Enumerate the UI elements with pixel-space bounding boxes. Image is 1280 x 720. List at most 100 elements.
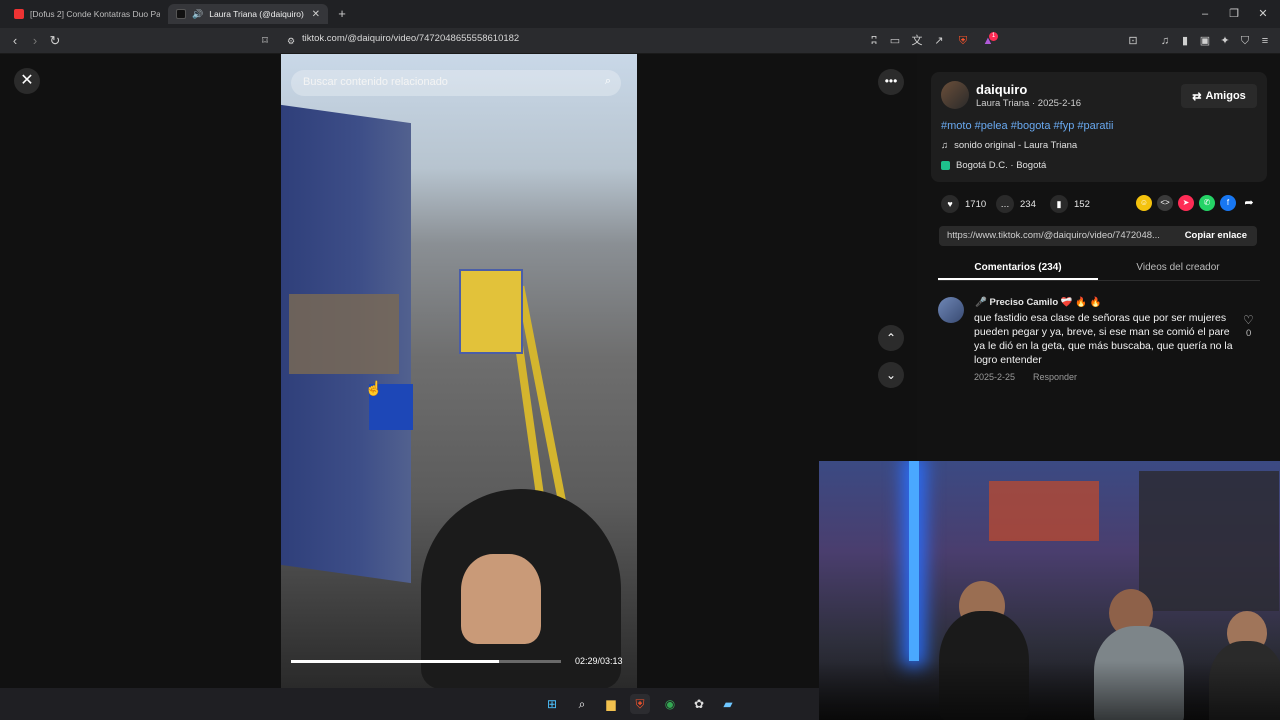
search-icon[interactable]: ⌕ [572,694,592,714]
tab-tiktok[interactable]: 🔊 Laura Triana (@daiquiro) | Tik ✕ [168,4,328,24]
friends-button[interactable]: ⇄ Amigos [1181,84,1257,108]
comment-avatar[interactable] [938,297,964,323]
video-player[interactable] [281,54,637,688]
location-line[interactable]: Bogotá D.C. · Bogotá [941,160,1046,171]
leo-icon[interactable]: ✦ [1217,33,1233,49]
avatar[interactable] [941,81,969,109]
site-info-icon[interactable]: ⚙ [283,33,299,49]
heart-icon: ♥ [941,195,959,213]
vpn-icon[interactable]: ⛉ [1237,33,1253,49]
menu-icon[interactable]: ≡ [1257,33,1273,49]
comment-author[interactable]: 🎤 Preciso Camilo ❤️‍🩹 🔥 🔥 [975,297,1102,308]
wallet-icon[interactable]: ▣ [1197,33,1213,49]
comment-text: que fastidio esa clase de señoras que po… [974,312,1233,366]
minimize-button[interactable]: – [1197,6,1213,22]
restore-button[interactable]: ❐ [1226,6,1242,22]
whatsapp-icon[interactable]: ✆ [1199,195,1215,211]
search-icon[interactable]: ⌕ [605,75,611,88]
browser-toolbar: ‹ › ↻ ⌑ ⚙ tiktok.com/@daiquiro/video/747… [0,28,1280,54]
comment-date: 2025-2-25 [974,372,1016,382]
close-tab-icon[interactable]: ✕ [312,9,320,20]
file-explorer-icon[interactable]: ▆ [601,694,621,714]
tab-comments[interactable]: Comentarios (234) [938,262,1098,273]
video-time: 02:29/03:13 [575,656,623,666]
video-hand [461,554,541,644]
screenshot-icon[interactable]: ⊡ [1125,33,1141,49]
cam-shadow [819,661,1280,720]
reader-mode-icon[interactable]: ʭ [866,33,882,49]
close-icon[interactable]: ✕ [14,68,40,94]
next-video-icon[interactable]: ⌄ [878,362,904,388]
notification-badge: 1 [989,32,998,41]
app-icon[interactable]: ✿ [689,694,709,714]
related-search-input[interactable]: Buscar contenido relacionado ⌕ [291,70,621,96]
friends-button-label: Amigos [1205,90,1246,102]
bookmark-icon: ▮ [1050,195,1068,213]
mic-icon: 🎤 [975,297,987,308]
sound-line[interactable]: ♫ sonido original - Laura Triana [941,140,1077,151]
video-progress-fill [291,660,500,663]
tiktok-icon [176,9,186,19]
comment-button[interactable]: … 234 [996,195,1036,213]
cam-wall-art [989,481,1099,541]
cam-led-light [909,461,919,661]
author-date: Laura Triana · 2025-2-16 [976,98,1082,109]
sound-name: sonido original - Laura Triana [954,140,1078,151]
sidebar-icon[interactable]: ▮ [1177,33,1193,49]
chrome-icon[interactable]: ◉ [660,694,680,714]
music-icon[interactable]: ♫ [1157,33,1173,49]
app-window-icon[interactable]: ▰ [718,694,738,714]
translate-icon[interactable]: 文 [909,33,925,49]
hashtags[interactable]: #moto #pelea #bogota #fyp #paratii [941,120,1113,132]
reload-icon[interactable]: ↻ [46,32,64,50]
new-tab-button[interactable]: + [334,6,350,22]
reply-button[interactable]: Responder [1033,372,1077,382]
comment-icon: … [996,195,1014,213]
close-window-button[interactable]: ✕ [1255,6,1271,22]
tab-dofus[interactable]: [Dofus 2] Conde Kontatras Duo Pand [6,4,168,24]
speaker-icon: 🔊 [192,8,204,19]
video-cart [459,269,523,354]
video-progress-bar[interactable] [291,660,561,663]
brave-shield-icon[interactable]: ⛨ [955,33,971,49]
comment-author-name: Preciso Camilo [989,297,1059,308]
forward-icon[interactable]: › [26,32,44,50]
save-button[interactable]: ▮ 152 [1050,195,1090,213]
video-link[interactable]: https://www.tiktok.com/@daiquiro/video/7… [947,230,1172,241]
webcam-overlay [819,461,1280,720]
comment-like-icon[interactable]: ♡ [1243,313,1254,327]
active-tab-indicator [938,278,1098,280]
like-count: 1710 [965,198,987,210]
facebook-icon[interactable]: f [1220,195,1236,211]
link-box: https://www.tiktok.com/@daiquiro/video/7… [939,226,1257,246]
previous-video-icon[interactable]: ⌃ [878,325,904,351]
tab-title: [Dofus 2] Conde Kontatras Duo Pand [30,9,160,19]
repost-icon[interactable]: ☺ [1136,195,1152,211]
embed-icon[interactable]: <> [1157,195,1173,211]
send-icon[interactable]: ➤ [1178,195,1194,211]
cam-shoe-shelf [1139,471,1279,611]
browser-tab-bar: [Dofus 2] Conde Kontatras Duo Pand 🔊 Lau… [0,0,1280,28]
comment-count: 234 [1020,198,1036,210]
back-icon[interactable]: ‹ [6,32,24,50]
copy-link-button[interactable]: Copiar enlace [1185,230,1247,241]
like-button[interactable]: ♥ 1710 [941,195,986,213]
username[interactable]: daiquiro [976,82,1027,97]
cast-icon[interactable]: ▭ [887,33,903,49]
brave-browser-icon[interactable]: ⛨ [630,694,650,714]
windows-start-icon[interactable]: ⊞ [542,694,562,714]
address-bar[interactable]: tiktok.com/@daiquiro/video/7472048655558… [302,33,519,44]
share-arrow-icon[interactable]: ➦ [1241,195,1257,211]
video-shelf [289,294,399,374]
youtube-icon [14,9,24,19]
location-pin-icon [941,161,950,170]
save-count: 152 [1074,198,1090,210]
tab-creator-videos[interactable]: Videos del creador [1098,262,1258,273]
mouse-cursor-icon: ☝ [365,380,383,396]
location-name: Bogotá D.C. · Bogotá [956,160,1047,171]
share-icon[interactable]: ↗ [931,33,947,49]
bookmark-icon[interactable]: ⌑ [257,33,273,49]
tab-title: Laura Triana (@daiquiro) | Tik [209,9,305,19]
comment-author-emojis: ❤️‍🩹 🔥 🔥 [1060,297,1102,308]
more-options-icon[interactable]: ••• [878,69,904,95]
